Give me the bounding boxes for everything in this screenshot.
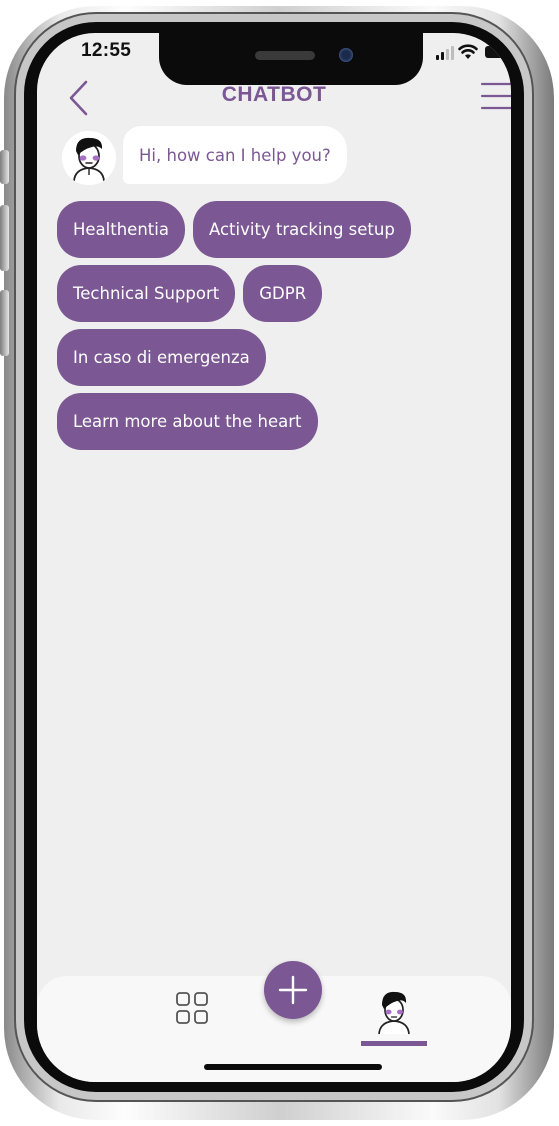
- quick-reply-options: Healthentia Activity tracking setup Tech…: [57, 201, 487, 457]
- option-row: In caso di emergenza: [57, 329, 487, 386]
- option-learn-more-about-the-heart[interactable]: Learn more about the heart: [57, 393, 318, 450]
- phone-screen: 12:55 CHATBOT Hi, how can I help you? He…: [37, 33, 511, 1082]
- front-camera: [339, 48, 353, 62]
- add-button[interactable]: [264, 961, 322, 1019]
- chatbot-avatar-icon[interactable]: [373, 989, 415, 1035]
- bot-greeting-message: Hi, how can I help you?: [123, 126, 347, 184]
- volume-down-button: [0, 290, 9, 356]
- speaker-grille: [255, 51, 315, 60]
- option-technical-support[interactable]: Technical Support: [57, 265, 236, 322]
- bot-avatar-icon: [62, 131, 116, 185]
- plus-icon: [278, 975, 308, 1005]
- mute-switch: [0, 150, 9, 184]
- option-row: Learn more about the heart: [57, 393, 487, 450]
- status-time: 12:55: [81, 40, 132, 61]
- wifi-icon: [458, 44, 478, 59]
- option-in-caso-di-emergenza[interactable]: In caso di emergenza: [57, 329, 266, 386]
- notch: [159, 33, 423, 85]
- page-title: CHATBOT: [221, 83, 327, 106]
- battery-icon: [485, 46, 509, 58]
- active-tab-indicator: [361, 1041, 427, 1046]
- option-activity-tracking-setup[interactable]: Activity tracking setup: [192, 201, 411, 258]
- volume-up-button: [0, 205, 9, 271]
- grid-icon[interactable]: [175, 991, 209, 1025]
- bot-avatar: [62, 131, 116, 185]
- hamburger-menu-icon[interactable]: [480, 80, 511, 112]
- option-gdpr[interactable]: GDPR: [243, 265, 323, 322]
- option-healthentia[interactable]: Healthentia: [57, 201, 185, 258]
- home-indicator: [204, 1064, 382, 1070]
- option-row: Healthentia Activity tracking setup: [57, 201, 487, 258]
- option-row: Technical Support GDPR: [57, 265, 487, 322]
- signal-icon: [436, 46, 454, 60]
